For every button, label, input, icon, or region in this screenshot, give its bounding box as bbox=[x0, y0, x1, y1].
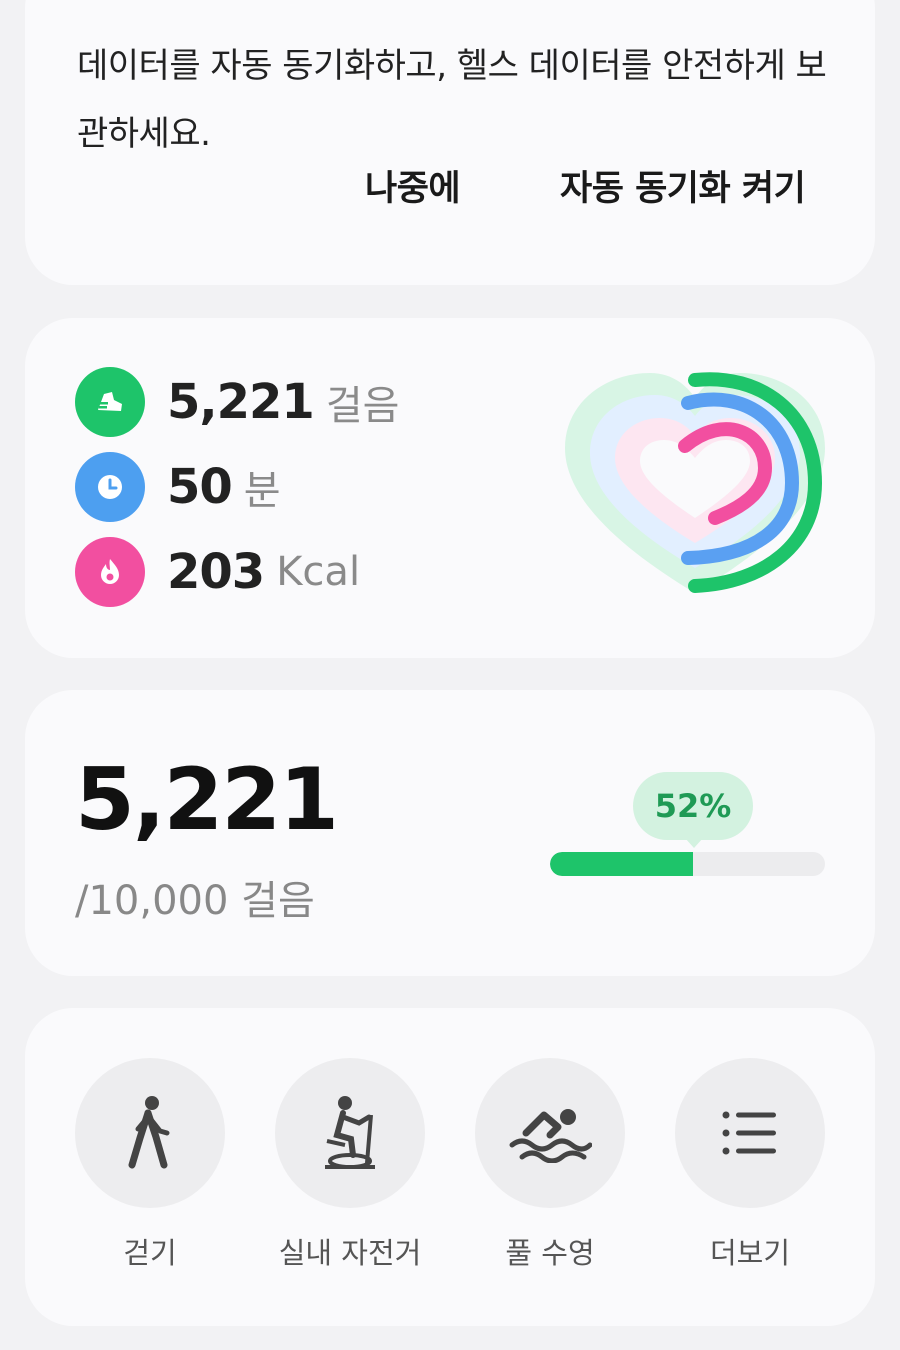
calories-unit: Kcal bbox=[276, 549, 361, 595]
steps-unit: 걸음 bbox=[325, 383, 400, 429]
workout-indoor-bike[interactable]: 실내 자전거 bbox=[250, 1058, 450, 1272]
step-progress-bar bbox=[550, 852, 825, 876]
step-goal-card[interactable]: 5,221 /10,000 걸음 52% bbox=[25, 690, 875, 976]
walking-icon bbox=[75, 1058, 225, 1208]
activity-heart-rings bbox=[565, 372, 825, 593]
calories-value: 203 bbox=[167, 544, 265, 600]
shoe-icon bbox=[75, 367, 145, 437]
steps-stat: 5,221 걸음 bbox=[75, 366, 399, 438]
steps-value: 5,221 bbox=[167, 374, 315, 430]
enable-auto-sync-button[interactable]: 자동 동기화 켜기 bbox=[560, 160, 806, 211]
flame-icon bbox=[75, 537, 145, 607]
workout-pool-swimming[interactable]: 풀 수영 bbox=[450, 1058, 650, 1272]
list-icon bbox=[675, 1058, 825, 1208]
current-steps: 5,221 bbox=[75, 750, 339, 850]
step-progress-fill bbox=[550, 852, 693, 876]
progress-percent-badge: 52% bbox=[633, 772, 753, 840]
step-goal-text: /10,000 걸음 bbox=[75, 878, 315, 924]
workout-more[interactable]: 더보기 bbox=[650, 1058, 850, 1272]
workout-walking[interactable]: 걷기 bbox=[50, 1058, 250, 1272]
active-time-stat: 50 분 bbox=[75, 451, 281, 523]
clock-icon bbox=[75, 452, 145, 522]
calories-stat: 203 Kcal bbox=[75, 536, 360, 608]
workout-label: 실내 자전거 bbox=[278, 1236, 422, 1270]
sync-message: 데이터를 자동 동기화하고, 헬스 데이터를 안전하게 보관하세요. bbox=[77, 46, 827, 154]
active-time-unit: 분 bbox=[243, 468, 281, 514]
workout-shortcuts-card: 걷기 실내 자전거 풀 수영 더보기 bbox=[25, 1008, 875, 1326]
active-time-value: 50 bbox=[167, 459, 233, 515]
badge-pointer bbox=[685, 838, 703, 848]
swimming-icon bbox=[475, 1058, 625, 1208]
workout-label: 더보기 bbox=[709, 1236, 791, 1270]
indoor-bike-icon bbox=[275, 1058, 425, 1208]
later-button[interactable]: 나중에 bbox=[365, 160, 461, 211]
workout-label: 걷기 bbox=[123, 1236, 177, 1270]
daily-summary-card[interactable]: 5,221 걸음 50 분 203 Kcal bbox=[25, 318, 875, 658]
sync-prompt-card: 데이터를 자동 동기화하고, 헬스 데이터를 안전하게 보관하세요. 나중에 자… bbox=[25, 0, 875, 285]
workout-label: 풀 수영 bbox=[505, 1236, 595, 1270]
